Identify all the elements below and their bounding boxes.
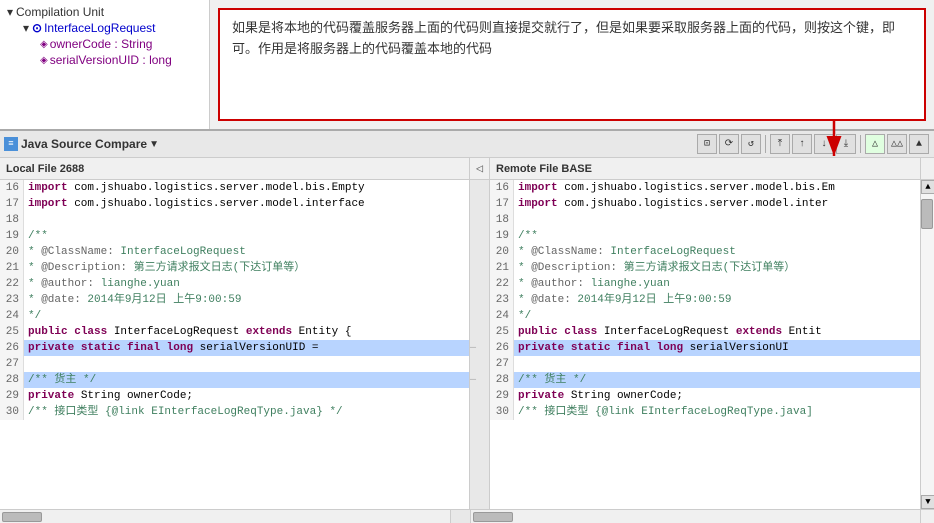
tree-grandchild-label-1: serialVersionUID : long [50, 53, 172, 67]
tree-child-label: InterfaceLogRequest [44, 21, 155, 35]
compare-toolbar: ≡ Java Source Compare ▼ ⊡ ⟳ ↺ ⤒ ↑ ↓ ⤓ △ … [0, 130, 934, 158]
left-line-17: 17 import com.jshuabo.logistics.server.m… [0, 196, 469, 212]
right-line-26: 26 private static final long serialVersi… [490, 340, 920, 356]
code-panel-left[interactable]: 16 import com.jshuabo.logistics.server.m… [0, 180, 470, 509]
left-hscroll[interactable] [0, 510, 451, 523]
toolbar-btn-copy-current-right[interactable]: △ [865, 134, 885, 154]
tree-child-expand-icon[interactable]: ▾ [20, 21, 32, 35]
right-line-27: 27 [490, 356, 920, 372]
file-header-left: Local File 2688 [0, 158, 470, 179]
left-line-29: 29 private String ownerCode; [0, 388, 469, 404]
tree-root[interactable]: ▾ Compilation Unit [4, 4, 205, 20]
tree-interface-icon: ⊙ [32, 21, 42, 35]
left-line-25: 25 public class InterfaceLogRequest exte… [0, 324, 469, 340]
file-header-arrow: ◁ [470, 158, 490, 179]
left-line-18: 18 [0, 212, 469, 228]
arrow-icon: ◁ [476, 161, 483, 176]
scrollbar-track[interactable] [921, 194, 934, 495]
toolbar-btn-refresh[interactable]: ↺ [741, 134, 761, 154]
right-line-30: 30 /** 接口类型 {@link EInterfaceLogReqType.… [490, 404, 920, 420]
tree-field-icon-0: ◈ [40, 39, 48, 50]
toolbar-btn-copy-left[interactable]: ⊡ [697, 134, 717, 154]
left-hscroll-thumb[interactable] [2, 512, 42, 522]
toolbar-separator-2 [860, 135, 861, 153]
local-file-label: Local File 2688 [6, 163, 84, 175]
toolbar-separator-1 [765, 135, 766, 153]
toolbar-btn-copy-all-right[interactable]: △△ [887, 134, 907, 154]
left-line-20: 20 * @ClassName: InterfaceLogRequest [0, 244, 469, 260]
file-header-right: Remote File BASE [490, 158, 920, 179]
right-line-16: 16 import com.jshuabo.logistics.server.m… [490, 180, 920, 196]
left-line-23: 23 * @date: 2014年9月12日 上午9:00:59 [0, 292, 469, 308]
code-panels: 16 import com.jshuabo.logistics.server.m… [0, 180, 934, 509]
tree-grandchild-1[interactable]: ◈ serialVersionUID : long [4, 52, 205, 68]
divider-spacer-top [470, 180, 489, 340]
right-line-18: 18 [490, 212, 920, 228]
left-line-26: 26 private static final long serialVersi… [0, 340, 469, 356]
right-line-24: 24 */ [490, 308, 920, 324]
left-line-21: 21 * @Description: 第三方请求报文日志(下达订单等） [0, 260, 469, 276]
callout-text: 如果是将本地的代码覆盖服务器上面的代码则直接提交就行了，但是如果要采取服务器上面… [232, 20, 895, 56]
scrollbar-header-spacer [920, 158, 934, 179]
toolbar-btn-prev-diff[interactable]: ↑ [792, 134, 812, 154]
left-line-16: 16 import com.jshuabo.logistics.server.m… [0, 180, 469, 196]
hscroll-corner [920, 510, 934, 523]
right-hscroll[interactable] [471, 510, 921, 523]
callout-box: 如果是将本地的代码覆盖服务器上面的代码则直接提交就行了，但是如果要采取服务器上面… [218, 8, 926, 121]
left-line-30: 30 /** 接口类型 {@link EInterfaceLogReqType.… [0, 404, 469, 420]
left-line-22: 22 * @author: lianghe.yuan [0, 276, 469, 292]
toolbar-dropdown-btn[interactable]: ▼ [147, 139, 161, 150]
scrollbar-thumb[interactable] [921, 199, 933, 229]
right-line-25: 25 public class InterfaceLogRequest exte… [490, 324, 920, 340]
tree-child[interactable]: ▾ ⊙ InterfaceLogRequest [4, 20, 205, 36]
scrollbar-up-btn[interactable]: ▲ [921, 180, 934, 194]
right-line-17: 17 import com.jshuabo.logistics.server.m… [490, 196, 920, 212]
toolbar-btn-last-diff[interactable]: ⤓ [836, 134, 856, 154]
left-line-27: 27 [0, 356, 469, 372]
file-headers: Local File 2688 ◁ Remote File BASE [0, 158, 934, 180]
bottom-scrollbar [0, 509, 934, 523]
left-line-19: 19 /** [0, 228, 469, 244]
remote-file-label: Remote File BASE [496, 163, 592, 175]
right-line-29: 29 private String ownerCode; [490, 388, 920, 404]
left-line-28: 28 /** 货主 */ [0, 372, 469, 388]
compare-file-icon: ≡ [4, 137, 18, 151]
vertical-scrollbar[interactable]: ▲ ▼ [920, 180, 934, 509]
tree-field-icon-1: ◈ [40, 55, 48, 66]
toolbar-title: Java Source Compare [21, 137, 147, 151]
left-line-24: 24 */ [0, 308, 469, 324]
tree-panel: ▾ Compilation Unit ▾ ⊙ InterfaceLogReque… [0, 0, 210, 129]
divider-marker-26: — [470, 340, 489, 356]
compare-section: ≡ Java Source Compare ▼ ⊡ ⟳ ↺ ⤒ ↑ ↓ ⤓ △ … [0, 130, 934, 523]
code-panel-divider: — — [470, 180, 490, 509]
toolbar-btn-sync[interactable]: ⟳ [719, 134, 739, 154]
tree-expand-icon[interactable]: ▾ [4, 5, 16, 19]
right-line-20: 20 * @ClassName: InterfaceLogRequest [490, 244, 920, 260]
divider-hscroll-spacer [451, 510, 471, 523]
divider-spacer-2 [470, 356, 489, 372]
tree-grandchild-label-0: ownerCode : String [50, 37, 153, 51]
tree-grandchild-0[interactable]: ◈ ownerCode : String [4, 36, 205, 52]
divider-marker-28: — [470, 372, 489, 388]
right-line-28: 28 /** 货主 */ [490, 372, 920, 388]
code-panel-right[interactable]: 16 import com.jshuabo.logistics.server.m… [490, 180, 920, 509]
right-hscroll-thumb[interactable] [473, 512, 513, 522]
right-line-21: 21 * @Description: 第三方请求报文日志(下达订单等） [490, 260, 920, 276]
scrollbar-down-btn[interactable]: ▼ [921, 495, 934, 509]
right-line-23: 23 * @date: 2014年9月12日 上午9:00:59 [490, 292, 920, 308]
right-line-22: 22 * @author: lianghe.yuan [490, 276, 920, 292]
callout-panel: 如果是将本地的代码覆盖服务器上面的代码则直接提交就行了，但是如果要采取服务器上面… [210, 0, 934, 129]
toolbar-btn-next-diff[interactable]: ↓ [814, 134, 834, 154]
toolbar-btn-copy-current-left[interactable]: ▲ [909, 134, 929, 154]
right-line-19: 19 /** [490, 228, 920, 244]
tree-root-label: Compilation Unit [16, 5, 104, 19]
toolbar-btn-first-diff[interactable]: ⤒ [770, 134, 790, 154]
